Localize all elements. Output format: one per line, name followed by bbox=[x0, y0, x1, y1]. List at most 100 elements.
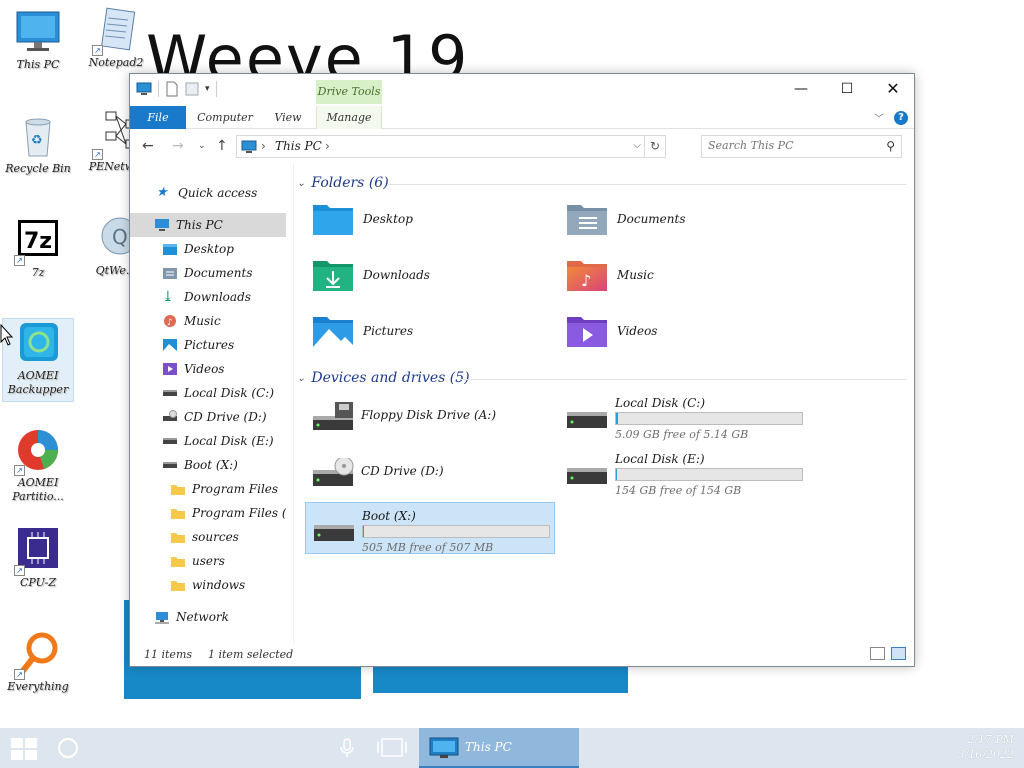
desktop-icon-notepad2[interactable]: ↗ Notepad2 bbox=[80, 6, 152, 70]
group-header-devices[interactable]: ⌄ Devices and drives (5) bbox=[297, 370, 470, 386]
breadcrumb-chevron-icon[interactable]: › bbox=[261, 139, 266, 153]
refresh-button[interactable]: ↻ bbox=[644, 136, 665, 157]
folder-desktop[interactable]: Desktop bbox=[305, 195, 545, 243]
desktop-folder-icon bbox=[313, 205, 353, 235]
task-view-icon[interactable] bbox=[376, 738, 408, 758]
monitor-icon bbox=[429, 737, 459, 758]
desktop-icon-cpu-z[interactable]: ↗ CPU-Z bbox=[2, 526, 74, 590]
tab-manage[interactable]: Manage bbox=[316, 106, 382, 129]
collapse-chevron-icon[interactable]: ⌄ bbox=[297, 178, 305, 189]
taskbar-app-this-pc[interactable]: This PC bbox=[419, 728, 579, 768]
drive-free-space: 505 MB free of 507 MB bbox=[362, 541, 494, 554]
status-bar: 11 items 1 item selected bbox=[130, 643, 914, 666]
desktop-icon-this-pc[interactable]: This PC bbox=[2, 8, 74, 72]
nav-item-program-files[interactable]: Program Files bbox=[130, 477, 286, 501]
drive-boot-x[interactable]: Boot (X:) 505 MB free of 507 MB bbox=[305, 502, 555, 554]
partition-disk-icon: ↗ bbox=[14, 426, 62, 476]
clock-time: 2:17 PM bbox=[967, 733, 1014, 746]
drive-local-disk-c[interactable]: Local Disk (C:) 5.09 GB free of 5.14 GB bbox=[559, 390, 809, 442]
folder-downloads[interactable]: Downloads bbox=[305, 251, 545, 299]
folder-music[interactable]: ♪ Music bbox=[559, 251, 799, 299]
folder-icon bbox=[171, 485, 185, 495]
shortcut-arrow-icon: ↗ bbox=[14, 669, 25, 680]
drive-free-space: 5.09 GB free of 5.14 GB bbox=[615, 428, 749, 441]
expand-ribbon-chevron-icon[interactable]: ﹀ bbox=[874, 110, 884, 125]
nav-item-windows[interactable]: windows bbox=[130, 573, 286, 597]
tab-view[interactable]: View bbox=[266, 106, 310, 129]
microphone-icon[interactable] bbox=[338, 738, 356, 758]
system-clock[interactable]: 2:17 PM 3/16/2022 bbox=[958, 732, 1014, 762]
search-input[interactable] bbox=[708, 139, 878, 152]
new-folder-icon[interactable] bbox=[185, 81, 199, 97]
desktop-icon-recycle-bin[interactable]: ♻ Recycle Bin bbox=[2, 112, 74, 176]
group-header-folders[interactable]: ⌄ Folders (6) bbox=[297, 175, 389, 191]
nav-item-network[interactable]: Network bbox=[130, 605, 286, 629]
nav-item-this-pc[interactable]: This PC bbox=[130, 213, 286, 237]
file-explorer-window: ▾ Drive Tools — ☐ ✕ File Computer View M… bbox=[129, 73, 915, 667]
nav-item-local-disk-e[interactable]: Local Disk (E:) bbox=[130, 429, 286, 453]
maximize-button[interactable]: ☐ bbox=[824, 74, 870, 104]
star-icon: ★ bbox=[156, 185, 168, 200]
shortcut-arrow-icon: ↗ bbox=[14, 465, 25, 476]
monitor-icon bbox=[14, 8, 62, 56]
search-box[interactable]: ⚲ bbox=[701, 135, 902, 158]
nav-item-music[interactable]: ♪ Music bbox=[130, 309, 286, 333]
breadcrumb-this-pc[interactable]: This PC bbox=[275, 139, 322, 153]
folder-pictures[interactable]: Pictures bbox=[305, 307, 545, 355]
separator bbox=[158, 81, 159, 97]
taskbar: This PC 2:17 PM 3/16/2022 bbox=[0, 728, 1024, 768]
desktop-icon-everything[interactable]: ↗ Everything bbox=[2, 630, 74, 694]
cd-drive-icon bbox=[313, 458, 354, 486]
search-circle-icon[interactable] bbox=[58, 738, 78, 758]
hard-drive-icon bbox=[163, 438, 177, 444]
properties-icon[interactable] bbox=[165, 81, 179, 97]
search-icon[interactable]: ⚲ bbox=[886, 139, 895, 153]
shortcut-arrow-icon: ↗ bbox=[14, 255, 25, 266]
folder-videos[interactable]: Videos bbox=[559, 307, 799, 355]
nav-item-sources[interactable]: sources bbox=[130, 525, 286, 549]
desktop-icon-aomei-partition[interactable]: ↗ AOMEI Partitio... bbox=[2, 426, 74, 504]
up-arrow-icon[interactable]: ↑ bbox=[216, 138, 228, 154]
address-dropdown-chevron-icon[interactable]: ⌵ bbox=[633, 140, 641, 151]
this-pc-small-icon bbox=[241, 140, 257, 153]
nav-item-downloads[interactable]: ⤓ Downloads bbox=[130, 285, 286, 309]
nav-item-quick-access[interactable]: ★ Quick access bbox=[130, 181, 286, 205]
drive-cd-d[interactable]: CD Drive (D:) bbox=[305, 446, 555, 498]
address-bar[interactable]: › This PC › ⌵ ↻ bbox=[236, 135, 666, 158]
drive-floppy-a[interactable]: Floppy Disk Drive (A:) bbox=[305, 390, 555, 442]
drive-usage-bar bbox=[362, 525, 550, 538]
nav-item-pictures[interactable]: Pictures bbox=[130, 333, 286, 357]
collapse-chevron-icon[interactable]: ⌄ bbox=[297, 373, 305, 384]
folder-documents[interactable]: Documents bbox=[559, 195, 799, 243]
forward-arrow-icon[interactable]: → bbox=[172, 138, 184, 154]
network-icon bbox=[155, 612, 169, 624]
nav-item-desktop[interactable]: Desktop bbox=[130, 237, 286, 261]
nav-item-boot-x[interactable]: Boot (X:) bbox=[130, 453, 286, 477]
nav-item-users[interactable]: users bbox=[130, 549, 286, 573]
drive-name: Boot (X:) bbox=[362, 509, 416, 523]
breadcrumb-chevron-icon[interactable]: › bbox=[325, 139, 330, 153]
start-windows-icon[interactable] bbox=[11, 738, 37, 760]
taskbar-app-label: This PC bbox=[465, 740, 512, 754]
large-icons-view-icon[interactable] bbox=[891, 647, 906, 660]
customize-toolbar-chevron-icon[interactable]: ▾ bbox=[205, 84, 210, 94]
tab-file[interactable]: File bbox=[130, 106, 186, 129]
content-pane: ⌄ Folders (6) Desktop Documents Downloads… bbox=[295, 163, 914, 643]
minimize-button[interactable]: — bbox=[778, 74, 824, 104]
close-button[interactable]: ✕ bbox=[870, 74, 916, 104]
details-view-icon[interactable] bbox=[870, 647, 885, 660]
tab-computer[interactable]: Computer bbox=[192, 106, 258, 129]
group-divider bbox=[387, 184, 907, 185]
back-arrow-icon[interactable]: ← bbox=[142, 138, 154, 154]
nav-item-documents[interactable]: Documents bbox=[130, 261, 286, 285]
desktop-icon-7z[interactable]: 7z ↗ 7z bbox=[2, 216, 74, 280]
help-icon[interactable]: ? bbox=[894, 110, 908, 125]
title-bar[interactable]: ▾ Drive Tools — ☐ ✕ bbox=[130, 74, 914, 104]
drive-name: Local Disk (E:) bbox=[615, 452, 705, 466]
nav-item-local-disk-c[interactable]: Local Disk (C:) bbox=[130, 381, 286, 405]
nav-item-videos[interactable]: Videos bbox=[130, 357, 286, 381]
drive-local-disk-e[interactable]: Local Disk (E:) 154 GB free of 154 GB bbox=[559, 446, 809, 498]
nav-item-cd-drive-d[interactable]: CD Drive (D:) bbox=[130, 405, 286, 429]
nav-item-program-files-x86[interactable]: Program Files (x86) bbox=[130, 501, 286, 525]
recent-locations-chevron-icon[interactable]: ⌄ bbox=[198, 141, 206, 151]
